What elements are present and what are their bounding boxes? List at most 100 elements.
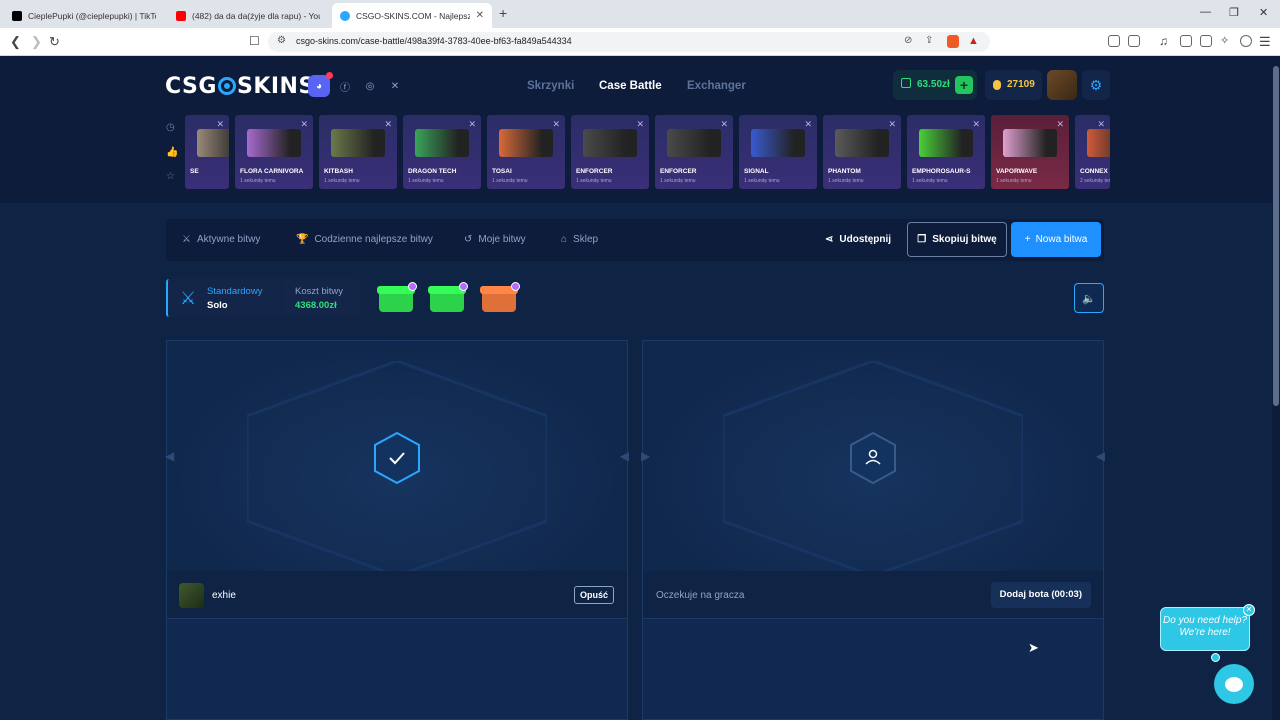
drop-card[interactable]: ✕ TOSAI 1 sekundę temu xyxy=(487,115,565,189)
wallet-icon[interactable] xyxy=(1200,35,1212,47)
minimize-button[interactable]: — xyxy=(1200,6,1211,18)
close-tab-icon[interactable]: ✕ xyxy=(476,10,484,21)
left-arrow-icon: ▶ xyxy=(641,449,651,463)
nav-skrzynki[interactable]: Skrzynki xyxy=(527,80,574,92)
extensions-icon[interactable] xyxy=(1108,35,1120,47)
tab-csgo-skins[interactable]: CSGO-SKINS.COM - Najlepsze Strona ✕ xyxy=(332,3,492,28)
drop-card[interactable]: ✕ ENFORCER 1 sekundę temu xyxy=(571,115,649,189)
drop-card[interactable]: ✕ EMPHOROSAUR-S 1 sekundę temu xyxy=(907,115,985,189)
skin-name: CONNEX xyxy=(1080,168,1108,175)
skin-image xyxy=(197,129,229,157)
nav-case-battle[interactable]: Case Battle xyxy=(599,80,662,92)
clock-icon[interactable]: ◷ xyxy=(166,122,175,133)
daily-battles-link[interactable]: 🏆 Codzienne najlepsze bitwy xyxy=(296,234,433,245)
drop-pin-icon[interactable]: ✕ xyxy=(720,119,728,130)
brave-rewards-icon[interactable]: ▲ xyxy=(968,35,979,47)
deposit-button[interactable]: + xyxy=(955,76,973,94)
menu-icon[interactable]: ☰ xyxy=(1259,34,1271,50)
share-button[interactable]: ⋖ Udostępnij xyxy=(825,234,891,245)
skin-image xyxy=(667,129,721,157)
drop-pin-icon[interactable]: ✕ xyxy=(468,119,476,130)
skin-image xyxy=(247,129,301,157)
balance-value: 63.50zł xyxy=(917,79,950,90)
drop-pin-icon[interactable]: ✕ xyxy=(888,119,896,130)
skin-name: KITBASH xyxy=(324,168,353,175)
discord-icon[interactable]: ◕ xyxy=(308,72,333,97)
case-icon[interactable] xyxy=(480,282,520,314)
site-logo[interactable]: CSG SKINS xyxy=(165,74,315,99)
mode-type: Standardowy xyxy=(207,286,263,297)
new-battle-button[interactable]: + Nowa bitwa xyxy=(1011,222,1101,257)
new-tab-button[interactable]: + xyxy=(499,5,507,21)
shop-link[interactable]: ⌂ Sklep xyxy=(561,234,598,245)
drop-pin-icon[interactable]: ✕ xyxy=(552,119,560,130)
url-field[interactable]: ⚙ csgo-skins.com/case-battle/498a39f4-37… xyxy=(268,32,990,52)
tab-tiktok[interactable]: CieplePupki (@cieplepupki) | TikTok xyxy=(4,3,164,28)
skin-name: SE xyxy=(190,168,199,175)
drop-card[interactable]: ✕CONNEX2 sekundę temu xyxy=(1075,115,1110,189)
player-avatar xyxy=(179,583,204,608)
drop-pin-icon[interactable]: ✕ xyxy=(804,119,812,130)
camera-off-icon[interactable]: ⊘ xyxy=(904,35,912,46)
drop-pin-icon[interactable]: ✕ xyxy=(636,119,644,130)
player-panel-1: ◀ ◀ exhie Opuść xyxy=(165,340,629,720)
leave-button[interactable]: Opuść xyxy=(573,586,614,604)
reload-icon[interactable]: ↻ xyxy=(49,34,60,50)
close-window-button[interactable]: ✕ xyxy=(1259,6,1268,19)
sound-toggle-button[interactable]: 🔈 xyxy=(1074,283,1104,313)
logo-text-right: SKINS xyxy=(236,74,315,99)
share-page-icon[interactable]: ⇪ xyxy=(925,35,933,46)
drop-time: 1 sekundę temu xyxy=(324,178,360,184)
nav-exchanger[interactable]: Exchanger xyxy=(687,80,746,92)
ready-check-icon xyxy=(374,431,420,485)
maximize-button[interactable]: ❐ xyxy=(1229,6,1239,19)
star-icon[interactable]: ☆ xyxy=(166,171,175,182)
active-battles-link[interactable]: ⚔ Aktywne bitwy xyxy=(182,234,260,245)
drop-card[interactable]: ✕ SE xyxy=(185,115,229,189)
settings-gear-icon[interactable]: ⚙ xyxy=(1082,70,1110,100)
drop-pin-icon[interactable]: ✕ xyxy=(384,119,392,130)
drop-card[interactable]: ✕ VAPORWAVE 1 sekundę temu xyxy=(991,115,1069,189)
scrollbar-thumb[interactable] xyxy=(1273,66,1279,406)
drop-time: 1 sekundę temu xyxy=(576,178,612,184)
my-battles-link[interactable]: ↺ Moje bitwy xyxy=(464,234,526,245)
drop-card[interactable]: ✕ KITBASH 1 sekundę temu xyxy=(319,115,397,189)
help-bubble[interactable]: Do you need help? We're here! xyxy=(1160,607,1250,651)
site-info-icon[interactable]: ⚙ xyxy=(277,35,286,46)
bookmark-icon[interactable]: ☐ xyxy=(249,34,260,48)
drop-pin-icon[interactable]: ✕ xyxy=(300,119,308,130)
drop-card[interactable]: ✕ PHANTOM 1 sekundę temu xyxy=(823,115,901,189)
sidebar-icon[interactable] xyxy=(1180,35,1192,47)
drop-card[interactable]: ✕ DRAGON TECH 1 sekundę temu xyxy=(403,115,481,189)
drop-card[interactable]: ✕ SIGNAL 1 sekundę temu xyxy=(739,115,817,189)
skin-name: DRAGON TECH xyxy=(408,168,457,175)
case-icon[interactable] xyxy=(377,282,417,314)
skin-image xyxy=(835,129,889,157)
music-icon[interactable]: ♫ xyxy=(1159,34,1168,48)
vpn-icon[interactable] xyxy=(1240,35,1252,47)
back-icon[interactable]: ❮ xyxy=(10,34,21,50)
forward-icon[interactable]: ❯ xyxy=(31,34,42,50)
mouse-cursor: ➤ xyxy=(1028,640,1039,655)
copy-battle-button[interactable]: ❐ Skopiuj bitwę xyxy=(907,222,1007,257)
add-bot-button[interactable]: Dodaj bota (00:03) xyxy=(990,582,1091,608)
drop-card[interactable]: ✕ ENFORCER 1 sekundę temu xyxy=(655,115,733,189)
skin-name: VAPORWAVE xyxy=(996,168,1038,175)
user-avatar[interactable] xyxy=(1047,70,1077,100)
brave-shield-icon[interactable] xyxy=(947,35,959,48)
chat-button[interactable] xyxy=(1214,664,1254,704)
drop-pin-icon[interactable]: ✕ xyxy=(1056,119,1064,130)
case-icon[interactable] xyxy=(428,282,468,314)
tab-search-icon[interactable] xyxy=(1128,35,1140,47)
player-2-row: Oczekuje na gracza Dodaj bota (00:03) xyxy=(643,571,1103,619)
leo-ai-icon[interactable]: ✧ xyxy=(1220,34,1229,47)
facebook-icon[interactable]: ⓕ xyxy=(334,75,356,97)
help-close-icon[interactable]: ✕ xyxy=(1243,604,1255,616)
instagram-icon[interactable]: ◎ xyxy=(359,75,381,97)
drop-pin-icon[interactable]: ✕ xyxy=(972,119,980,130)
drop-card[interactable]: ✕ FLORA CARNIVORA 1 sekundę temu xyxy=(235,115,313,189)
tab-youtube[interactable]: (482) da da da(żyje dla rapu) - YouTube xyxy=(168,3,328,28)
thumbs-up-icon[interactable]: 👍 xyxy=(166,147,178,158)
x-twitter-icon[interactable]: ✕ xyxy=(384,75,406,97)
divider xyxy=(281,279,282,317)
